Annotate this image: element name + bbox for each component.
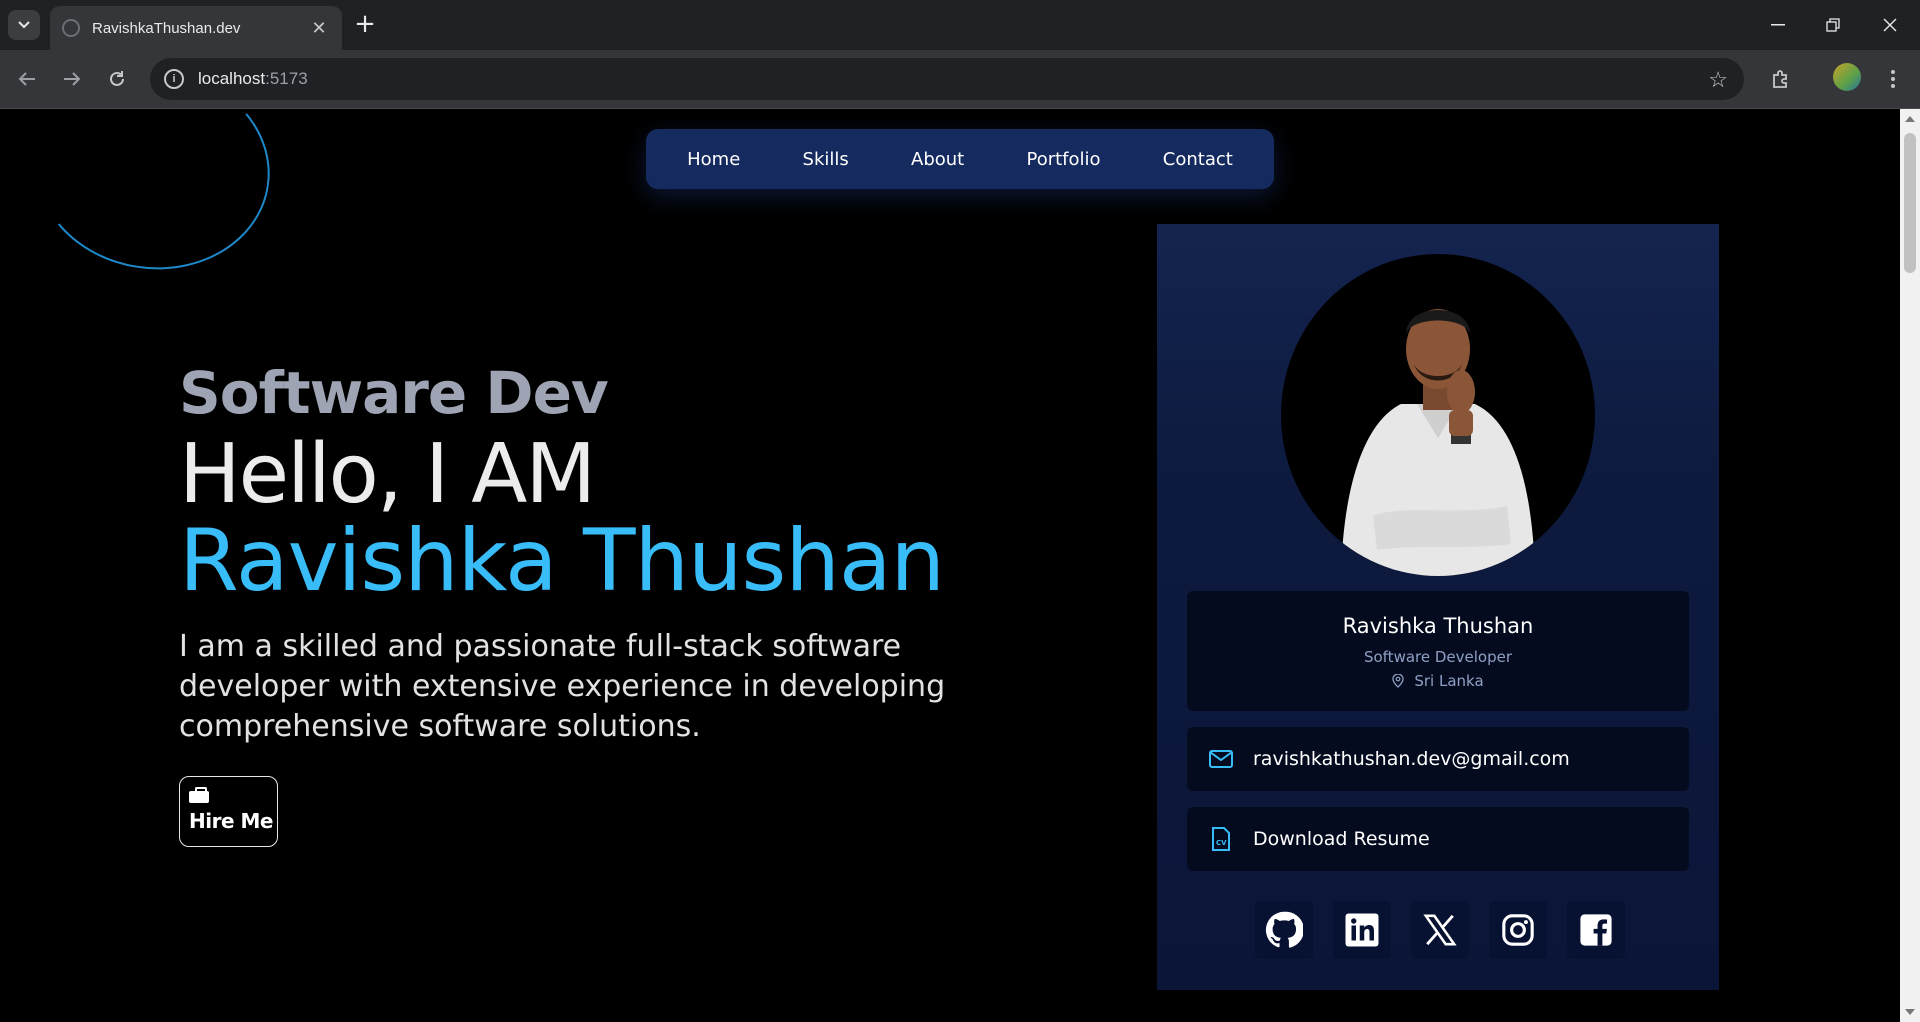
tab-title: RavishkaThushan.dev: [92, 19, 241, 37]
facebook-icon: [1580, 914, 1612, 946]
resume-label: Download Resume: [1253, 828, 1430, 850]
chevron-down-icon: [18, 21, 30, 29]
browser-tab[interactable]: RavishkaThushan.dev ✕: [50, 6, 342, 50]
x-icon: [1423, 914, 1457, 946]
nav-home[interactable]: Home: [687, 149, 740, 170]
profile-card: Ravishka Thushan Software Developer Sri …: [1157, 224, 1719, 990]
profile-info: Ravishka Thushan Software Developer Sri …: [1187, 591, 1689, 711]
reload-icon: [110, 71, 124, 86]
profile-avatar[interactable]: [1833, 63, 1861, 91]
social-links: [1255, 901, 1625, 959]
profile-title: Software Developer: [1363, 648, 1513, 666]
hero-description: I am a skilled and passionate full-stack…: [179, 629, 946, 744]
scroll-up-arrow[interactable]: [1905, 116, 1915, 122]
favicon-icon: [62, 19, 80, 37]
back-button[interactable]: [12, 64, 42, 94]
close-window-button[interactable]: [1870, 12, 1910, 38]
facebook-link[interactable]: [1567, 901, 1625, 959]
profile-location: Sri Lanka: [1187, 672, 1689, 690]
url-host: localhost: [198, 69, 266, 88]
kebab-menu-icon: [1891, 70, 1895, 88]
profile-name: Ravishka Thushan: [1342, 614, 1534, 638]
hero-greeting: Hello, I AM: [179, 427, 596, 522]
cv-file-icon: CV: [1209, 827, 1233, 851]
url-port: :5173: [265, 69, 308, 88]
browser-chrome: RavishkaThushan.dev ✕ + i localhost:5173…: [0, 0, 1920, 109]
minimize-button[interactable]: [1758, 12, 1798, 38]
forward-button[interactable]: [57, 64, 87, 94]
nav-contact[interactable]: Contact: [1163, 149, 1233, 170]
tab-search-button[interactable]: [8, 10, 40, 40]
email-text: ravishkathushan.dev@gmail.com: [1253, 748, 1570, 770]
instagram-link[interactable]: [1489, 901, 1547, 959]
arrow-left-icon: [18, 72, 35, 86]
linkedin-icon: [1345, 913, 1379, 947]
tab-close-icon[interactable]: ✕: [308, 17, 330, 39]
hero-name: Ravishka Thushan: [179, 511, 945, 611]
arrow-right-icon: [64, 72, 81, 86]
page-viewport: Home Skills About Portfolio Contact Soft…: [0, 109, 1900, 1022]
close-icon: [1883, 18, 1897, 32]
main-nav: Home Skills About Portfolio Contact: [646, 129, 1274, 189]
new-tab-button[interactable]: +: [352, 11, 378, 38]
profile-photo: [1281, 254, 1595, 576]
tab-strip: RavishkaThushan.dev ✕ +: [0, 0, 1920, 50]
location-pin-icon: [1392, 674, 1404, 688]
linkedin-link[interactable]: [1333, 901, 1391, 959]
puzzle-icon: [1773, 70, 1787, 88]
site-info-icon[interactable]: i: [164, 69, 184, 89]
github-icon: [1265, 911, 1303, 948]
reload-button[interactable]: [102, 64, 132, 94]
restore-button[interactable]: [1813, 12, 1853, 38]
x-link[interactable]: [1411, 901, 1469, 959]
browser-toolbar: i localhost:5173 ☆: [0, 50, 1920, 109]
vertical-scrollbar[interactable]: [1900, 109, 1920, 1022]
hire-me-label: Hire Me: [189, 809, 273, 833]
github-link[interactable]: [1255, 901, 1313, 959]
nav-portfolio[interactable]: Portfolio: [1026, 149, 1100, 170]
mail-icon: [1209, 747, 1233, 771]
hire-me-button[interactable]: Hire Me: [179, 776, 278, 847]
bookmark-star-icon[interactable]: ☆: [1708, 67, 1728, 93]
person-portrait: [1341, 309, 1535, 576]
extensions-button[interactable]: [1764, 62, 1798, 96]
address-bar[interactable]: i localhost:5173 ☆: [150, 58, 1744, 100]
decorative-ring: [22, 109, 283, 285]
instagram-icon: [1502, 914, 1534, 946]
scroll-thumb[interactable]: [1904, 133, 1916, 273]
svg-text:CV: CV: [1216, 839, 1227, 847]
scroll-down-arrow[interactable]: [1905, 1009, 1915, 1015]
briefcase-icon: [189, 787, 209, 803]
nav-about[interactable]: About: [911, 149, 964, 170]
hero-role: Software Dev: [179, 359, 609, 427]
minimize-icon: [1771, 24, 1785, 26]
menu-button[interactable]: [1876, 62, 1910, 96]
download-resume-button[interactable]: CV Download Resume: [1187, 807, 1689, 871]
email-row[interactable]: ravishkathushan.dev@gmail.com: [1187, 727, 1689, 791]
restore-icon: [1826, 18, 1840, 32]
location-text: Sri Lanka: [1414, 672, 1484, 690]
nav-skills[interactable]: Skills: [803, 149, 849, 170]
